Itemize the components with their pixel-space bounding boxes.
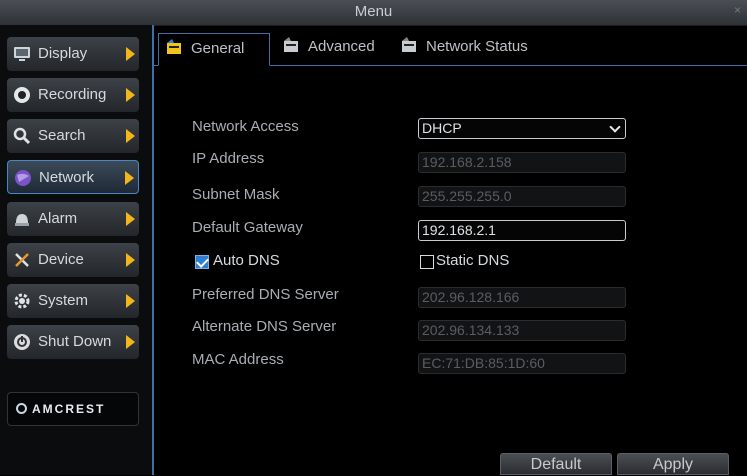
apply-button[interactable]: Apply xyxy=(617,453,729,475)
tab-bar: General Advanced Network Status xyxy=(154,26,747,66)
ip-address-label: IP Address xyxy=(192,150,265,167)
alternate-dns-field[interactable]: 202.96.134.133 xyxy=(418,320,626,341)
sidebar-item-label: Alarm xyxy=(38,210,78,227)
chevron-down-icon xyxy=(609,121,621,133)
power-icon xyxy=(14,334,30,350)
static-dns-label: Static DNS xyxy=(436,252,510,269)
chevron-right-icon xyxy=(126,129,135,143)
tab-label: Advanced xyxy=(308,38,375,55)
gear-icon xyxy=(14,293,30,309)
film-icon xyxy=(402,37,416,52)
title-bar: Menu × xyxy=(0,0,747,26)
sidebar-item-recording[interactable]: Recording xyxy=(7,78,139,112)
sidebar-item-display[interactable]: Display xyxy=(7,37,139,71)
default-gateway-label: Default Gateway xyxy=(192,219,303,236)
network-access-label: Network Access xyxy=(192,118,299,135)
sidebar-item-label: Display xyxy=(38,45,88,62)
network-access-value: DHCP xyxy=(422,120,462,136)
alarm-icon xyxy=(15,214,29,226)
tab-label: Network Status xyxy=(426,38,528,55)
chevron-right-icon xyxy=(126,47,135,61)
chevron-right-icon xyxy=(125,171,134,185)
sidebar-item-label: Recording xyxy=(38,86,107,103)
sidebar-item-system[interactable]: System xyxy=(7,284,139,318)
mac-address-field[interactable]: EC:71:DB:85:1D:60 xyxy=(418,353,626,374)
globe-icon xyxy=(15,170,31,186)
sidebar-item-network[interactable]: Network xyxy=(7,160,139,194)
chevron-right-icon xyxy=(126,253,135,267)
tab-label: General xyxy=(191,40,245,57)
amcrest-logo: AMCREST xyxy=(7,392,139,426)
auto-dns-checkbox[interactable] xyxy=(195,255,209,269)
chevron-right-icon xyxy=(126,88,135,102)
content-divider xyxy=(152,25,154,475)
sidebar-item-label: Network xyxy=(39,169,95,186)
subnet-mask-field[interactable]: 255.255.255.0 xyxy=(418,186,626,207)
subnet-mask-label: Subnet Mask xyxy=(192,186,280,203)
static-dns-checkbox[interactable] xyxy=(420,255,434,269)
monitor-icon xyxy=(14,47,30,61)
chevron-right-icon xyxy=(126,294,135,308)
sidebar: Display Recording Search Network Alarm D… xyxy=(0,25,152,475)
sidebar-item-label: System xyxy=(38,292,89,309)
logo-mark-icon xyxy=(16,403,27,414)
preferred-dns-field[interactable]: 202.96.128.166 xyxy=(418,287,626,308)
record-icon xyxy=(14,87,30,103)
default-button[interactable]: Default xyxy=(500,453,612,475)
preferred-dns-label: Preferred DNS Server xyxy=(192,286,339,303)
window-title: Menu xyxy=(354,3,393,20)
default-gateway-field[interactable]: 192.168.2.1 xyxy=(418,220,626,241)
tools-icon xyxy=(15,253,29,267)
search-icon xyxy=(13,127,31,145)
sidebar-item-label: Shut Down xyxy=(38,333,112,350)
tab-advanced[interactable]: Advanced xyxy=(276,32,388,62)
film-icon xyxy=(167,39,181,54)
mac-address-label: MAC Address xyxy=(192,351,284,368)
sidebar-item-shut-down[interactable]: Shut Down xyxy=(7,325,139,359)
tab-network-status[interactable]: Network Status xyxy=(394,32,554,62)
sidebar-item-device[interactable]: Device xyxy=(7,243,139,277)
film-icon xyxy=(284,37,298,52)
sidebar-item-label: Device xyxy=(38,251,84,268)
logo-text: AMCREST xyxy=(32,402,106,416)
network-access-select[interactable]: DHCP xyxy=(418,118,626,139)
tab-general[interactable]: General xyxy=(158,33,270,66)
chevron-right-icon xyxy=(126,212,135,226)
chevron-right-icon xyxy=(126,335,135,349)
sidebar-item-alarm[interactable]: Alarm xyxy=(7,202,139,236)
sidebar-item-label: Search xyxy=(38,127,86,144)
auto-dns-label: Auto DNS xyxy=(213,252,280,269)
alternate-dns-label: Alternate DNS Server xyxy=(192,318,337,335)
sidebar-item-search[interactable]: Search xyxy=(7,119,139,153)
close-icon[interactable]: × xyxy=(734,3,741,17)
checkmark-icon xyxy=(196,255,209,268)
ip-address-field[interactable]: 192.168.2.158 xyxy=(418,152,626,173)
